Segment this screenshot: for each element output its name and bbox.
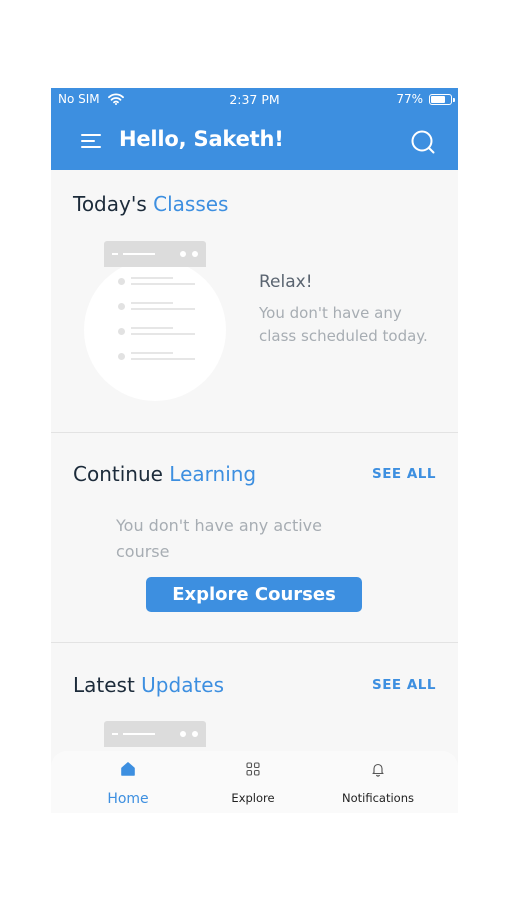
grid-icon [246, 762, 260, 776]
explore-courses-button[interactable]: Explore Courses [146, 577, 362, 612]
bell-icon [372, 763, 384, 777]
empty-courses-message: You don't have any active course [116, 516, 322, 561]
status-bar: No SIM 2:37 PM 77% [51, 88, 458, 112]
battery-icon [429, 94, 455, 105]
continue-learning-see-all-link[interactable]: SEE ALL [372, 466, 436, 482]
home-icon [121, 762, 135, 776]
section-divider [51, 432, 458, 433]
todays-classes-title: Today's Classes [73, 192, 229, 216]
greeting-title: Hello, Saketh! [119, 127, 284, 151]
tab-notifications[interactable]: Notifications [318, 751, 438, 813]
app-screen: No SIM 2:37 PM 77% Hello, Saketh! Today'… [51, 88, 458, 813]
search-icon[interactable] [410, 129, 436, 155]
section-divider [51, 642, 458, 643]
tab-home-label: Home [107, 791, 149, 807]
empty-classes-message: You don't have any class scheduled today… [259, 304, 428, 345]
bottom-tab-bar: Home Explore Notifications [51, 751, 458, 813]
app-header: Hello, Saketh! [51, 112, 458, 170]
empty-classes-heading: Relax! [259, 272, 313, 292]
tab-home[interactable]: Home [68, 751, 188, 813]
menu-icon[interactable] [81, 133, 103, 149]
tab-explore-label: Explore [231, 791, 275, 805]
continue-learning-title: Continue Learning [73, 462, 257, 486]
latest-updates-see-all-link[interactable]: SEE ALL [372, 677, 436, 693]
tab-explore[interactable]: Explore [193, 751, 313, 813]
battery-percent: 77% [396, 92, 423, 106]
latest-updates-title: Latest Updates [73, 673, 225, 697]
tab-notifications-label: Notifications [342, 791, 414, 805]
